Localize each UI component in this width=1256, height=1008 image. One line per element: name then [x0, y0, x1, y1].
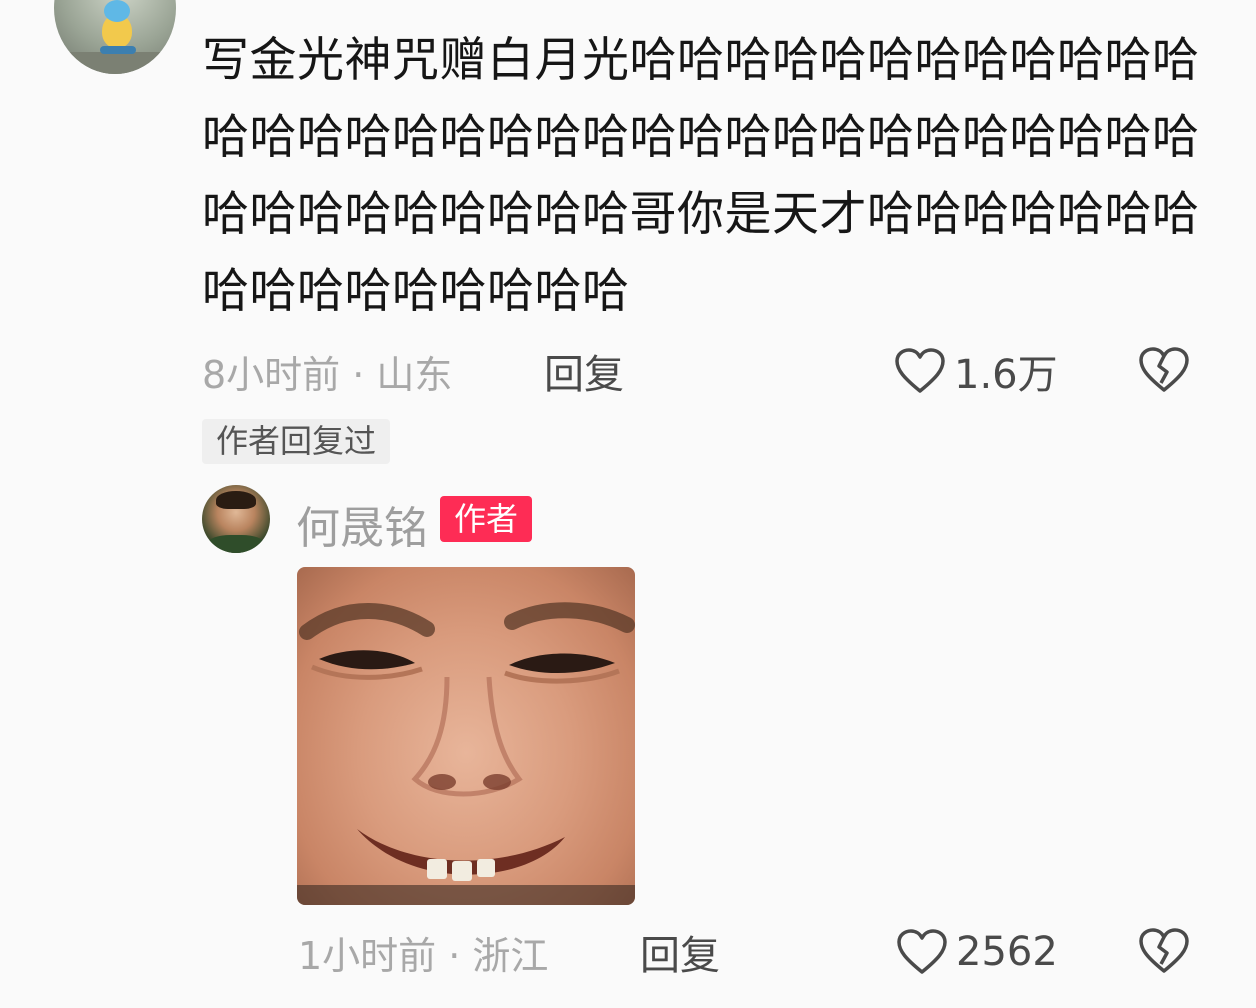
author-avatar[interactable]: [202, 485, 270, 553]
reply-time-location: 1小时前 · 浙江: [298, 933, 549, 978]
comment-like-button[interactable]: 1.6万: [894, 342, 1058, 400]
comment-thread: 写金光神咒赠白月光哈哈哈哈哈哈哈哈哈哈哈哈哈哈哈哈哈哈哈哈哈哈哈哈哈哈哈哈哈哈哈…: [0, 0, 1256, 1008]
reply-meta-row: 1小时前 · 浙江 回复 2562: [298, 927, 1212, 979]
reply-sticker-image[interactable]: [297, 567, 635, 905]
author-replied-tag: 作者回复过: [202, 419, 391, 464]
reply-like-button[interactable]: 2562: [896, 928, 1058, 976]
comment-time-location: 8小时前 · 山东: [202, 352, 453, 397]
author-badge: 作者: [440, 496, 533, 542]
comment-reply-button[interactable]: 回复: [544, 342, 624, 400]
heart-outline-icon: [895, 348, 945, 393]
comment-like-count: 1.6万: [954, 352, 1058, 398]
reply-like-count: 2562: [956, 929, 1058, 975]
reply-reply-button[interactable]: 回复: [640, 923, 720, 981]
comment-meta-row: 8小时前 · 山东 回复 1.6万: [202, 346, 1212, 398]
smirking-face-sticker: [297, 602, 635, 905]
dislike-broken-heart-icon[interactable]: [1138, 927, 1190, 975]
heart-outline-icon: [897, 929, 947, 974]
reply-author-name[interactable]: 何晟铭: [296, 492, 428, 556]
dislike-broken-heart-icon[interactable]: [1138, 346, 1190, 394]
comment-text: 写金光神咒赠白月光哈哈哈哈哈哈哈哈哈哈哈哈哈哈哈哈哈哈哈哈哈哈哈哈哈哈哈哈哈哈哈…: [202, 33, 1200, 319]
commenter-avatar[interactable]: [54, 0, 176, 74]
